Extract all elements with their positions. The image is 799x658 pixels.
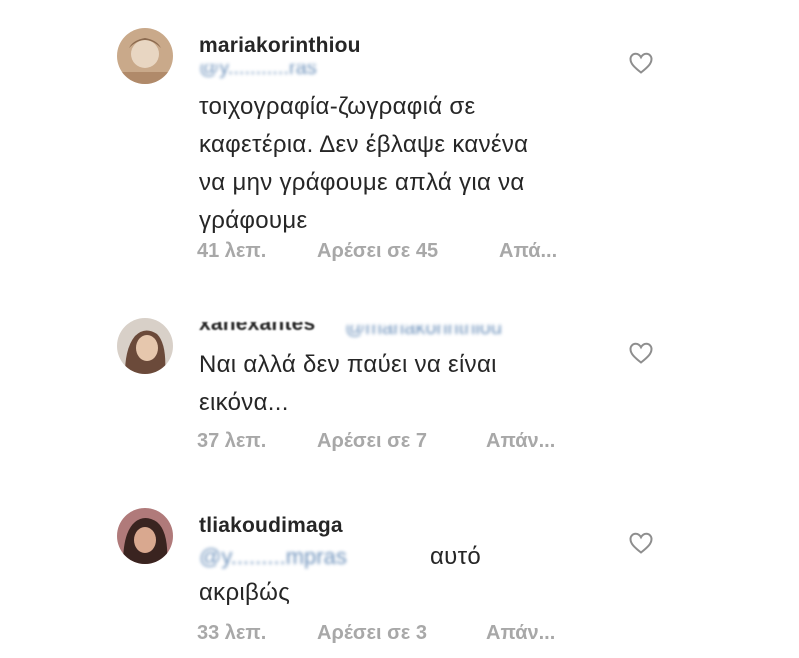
username[interactable]: tliakoudimaga bbox=[199, 514, 343, 538]
avatar[interactable] bbox=[117, 28, 173, 84]
like-button[interactable] bbox=[628, 531, 654, 555]
comment-time: 33 λεπ. bbox=[197, 622, 267, 644]
mention-link[interactable]: @y.........mpras bbox=[199, 544, 347, 570]
reply-button[interactable]: Απά... bbox=[499, 240, 557, 263]
likes-count[interactable]: Αρέσει σε 7 bbox=[317, 430, 427, 453]
comment-text: τοιχογραφία-ζωγραφιά σε καφετέρια. Δεν έ… bbox=[199, 93, 529, 234]
likes-count[interactable]: Αρέσει σε 3 bbox=[317, 622, 427, 645]
reply-button[interactable]: Απάν... bbox=[486, 430, 555, 453]
comment-text: Ναι αλλά δεν παύει να είναι εικόνα... bbox=[199, 351, 497, 416]
comment-text-inline: αυτό bbox=[430, 543, 482, 570]
comment-text: ακριβώς bbox=[199, 579, 291, 606]
avatar[interactable] bbox=[117, 508, 173, 564]
comment-time: 37 λεπ. bbox=[197, 430, 267, 452]
comment-3: tliakoudimaga @y.........mpras αυτό ακρι… bbox=[0, 480, 799, 658]
avatar[interactable] bbox=[117, 318, 173, 374]
profile-photo-icon bbox=[117, 28, 173, 84]
comment-time: 41 λεπ. bbox=[197, 240, 267, 262]
comment-1: mariakorinthiou @y...........ras τοιχογρ… bbox=[0, 0, 799, 290]
username[interactable]: mariakorinthiou bbox=[199, 34, 361, 58]
heart-outline-icon bbox=[629, 532, 653, 554]
mention-link[interactable]: @y...........ras bbox=[199, 64, 317, 78]
likes-count[interactable]: Αρέσει σε 45 bbox=[317, 240, 438, 263]
reply-button[interactable]: Απάν... bbox=[486, 622, 555, 645]
like-button[interactable] bbox=[628, 51, 654, 75]
comment-2: xanexantes @mariakorinthiou Ναι αλλά δεν… bbox=[0, 290, 799, 480]
mention-link[interactable]: @mariakorinthiou bbox=[345, 325, 502, 339]
profile-photo-icon bbox=[117, 508, 173, 564]
like-button[interactable] bbox=[628, 341, 654, 365]
profile-photo-icon bbox=[117, 318, 173, 374]
heart-outline-icon bbox=[629, 52, 653, 74]
username[interactable]: xanexantes bbox=[199, 322, 315, 336]
heart-outline-icon bbox=[629, 342, 653, 364]
